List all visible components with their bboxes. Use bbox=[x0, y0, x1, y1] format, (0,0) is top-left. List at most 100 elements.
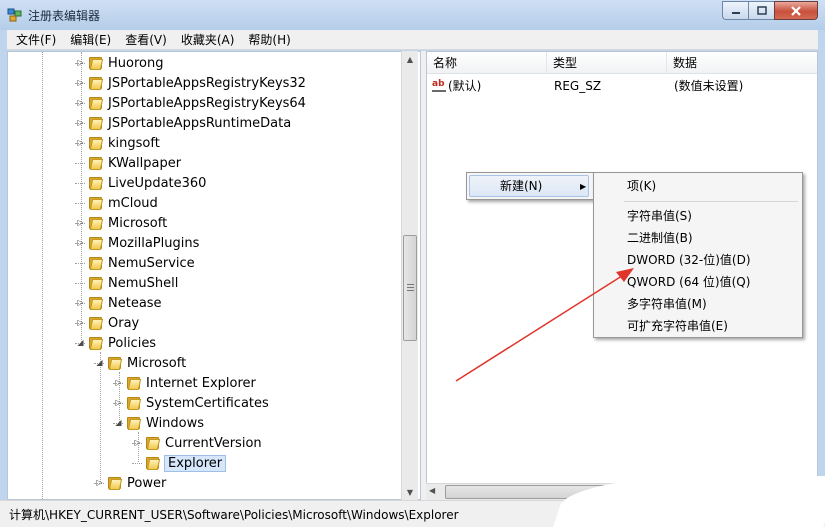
collapsed-arrow-icon[interactable]: ▷ bbox=[114, 398, 123, 407]
submenu-item[interactable]: 二进制值(B) bbox=[627, 227, 693, 249]
menu-view[interactable]: 查看(V) bbox=[118, 30, 174, 50]
folder-icon bbox=[88, 116, 104, 130]
tree-vertical-scrollbar[interactable]: ▲ ▼ bbox=[401, 51, 418, 500]
collapsed-arrow-icon[interactable]: ▷ bbox=[133, 438, 142, 447]
submenu-item[interactable]: 多字符串值(M) bbox=[627, 293, 707, 315]
tree-item[interactable]: Internet Explorer bbox=[126, 373, 256, 393]
tree-item[interactable]: CurrentVersion bbox=[145, 433, 262, 453]
tree-item-label: CurrentVersion bbox=[165, 435, 262, 451]
tree-item[interactable]: mCloud bbox=[88, 193, 158, 213]
tree-item-label: Netease bbox=[108, 295, 162, 311]
tree-item[interactable]: JSPortableAppsRegistryKeys32 bbox=[88, 73, 306, 93]
minimize-button[interactable] bbox=[722, 1, 748, 20]
submenu-item[interactable]: 字符串值(S) bbox=[627, 205, 692, 227]
menu-edit[interactable]: 编辑(E) bbox=[63, 30, 118, 50]
menu-separator bbox=[624, 201, 798, 202]
string-value-icon: ab bbox=[432, 79, 446, 92]
collapsed-arrow-icon[interactable]: ▷ bbox=[76, 138, 85, 147]
folder-icon bbox=[126, 396, 142, 410]
tree-item[interactable]: MozillaPlugins bbox=[88, 233, 199, 253]
column-type[interactable]: 类型 bbox=[547, 52, 667, 74]
tree-item[interactable]: Windows bbox=[126, 413, 204, 433]
tree-guide-line bbox=[75, 263, 85, 264]
collapsed-arrow-icon[interactable]: ▷ bbox=[76, 218, 85, 227]
folder-icon bbox=[126, 416, 142, 430]
folder-icon bbox=[88, 216, 104, 230]
tree-item[interactable]: JSPortableAppsRuntimeData bbox=[88, 113, 291, 133]
tree-item[interactable]: Policies bbox=[88, 333, 156, 353]
collapsed-arrow-icon[interactable]: ▷ bbox=[76, 118, 85, 127]
value-data: (数值未设置) bbox=[674, 79, 744, 93]
collapsed-arrow-icon[interactable]: ▷ bbox=[76, 78, 85, 87]
menu-item-new[interactable]: 新建(N) bbox=[500, 175, 542, 197]
tree-item[interactable]: Explorer bbox=[145, 453, 227, 473]
tree-guide-line bbox=[138, 432, 139, 462]
collapsed-arrow-icon[interactable]: ▷ bbox=[76, 238, 85, 247]
tree-item[interactable]: Huorong bbox=[88, 53, 163, 73]
registry-tree[interactable]: ▷ Huorong ▷ JSPortableAppsRegistryKeys32 ▷ JS… bbox=[7, 51, 421, 500]
new-submenu: 项(K) 字符串值(S) 二进制值(B) DWORD (32-位)值(D) QWORD … bbox=[593, 172, 803, 338]
menu-help[interactable]: 帮助(H) bbox=[241, 30, 297, 50]
tree-item-label: mCloud bbox=[108, 195, 158, 211]
value-type: REG_SZ bbox=[554, 79, 602, 93]
tree-item-label: JSPortableAppsRegistryKeys32 bbox=[108, 75, 306, 91]
value-name: (默认) bbox=[448, 79, 482, 93]
submenu-item[interactable]: DWORD (32-位)值(D) bbox=[627, 249, 751, 271]
tree-item[interactable]: kingsoft bbox=[88, 133, 160, 153]
close-button[interactable] bbox=[774, 1, 818, 20]
scroll-thumb[interactable] bbox=[403, 235, 417, 341]
collapsed-arrow-icon[interactable]: ▷ bbox=[76, 298, 85, 307]
column-name[interactable]: 名称 bbox=[427, 52, 547, 74]
tree-item[interactable]: Microsoft bbox=[88, 213, 167, 233]
tree-item-label: SystemCertificates bbox=[146, 395, 269, 411]
tree-guide-line bbox=[75, 283, 85, 284]
folder-icon bbox=[88, 236, 104, 250]
window-title: 注册表编辑器 bbox=[28, 9, 101, 23]
tree-item-label: Internet Explorer bbox=[146, 375, 256, 391]
submenu-item[interactable]: QWORD (64 位)值(Q) bbox=[627, 271, 750, 293]
regedit-icon bbox=[7, 8, 22, 22]
submenu-item[interactable]: 项(K) bbox=[627, 175, 656, 197]
tree-item[interactable]: Power bbox=[107, 473, 166, 493]
tree-item[interactable]: JSPortableAppsRegistryKeys64 bbox=[88, 93, 306, 113]
folder-icon bbox=[88, 156, 104, 170]
scroll-up-arrow-icon[interactable]: ▲ bbox=[402, 51, 418, 67]
window-controls bbox=[722, 1, 818, 20]
collapsed-arrow-icon[interactable]: ▷ bbox=[76, 58, 85, 67]
folder-icon bbox=[88, 56, 104, 70]
column-data[interactable]: 数据 bbox=[667, 52, 817, 74]
scroll-left-arrow-icon[interactable]: ◀ bbox=[429, 486, 435, 495]
tree-item[interactable]: Microsoft bbox=[107, 353, 186, 373]
menu-bar: 文件(F) 编辑(E) 查看(V) 收藏夹(A) 帮助(H) bbox=[7, 30, 818, 50]
tree-item[interactable]: KWallpaper bbox=[88, 153, 181, 173]
tree-item[interactable]: Netease bbox=[88, 293, 162, 313]
collapsed-arrow-icon[interactable]: ▷ bbox=[76, 318, 85, 327]
grip-icon bbox=[407, 284, 414, 291]
expanded-arrow-icon[interactable]: ◢ bbox=[95, 358, 104, 367]
folder-icon bbox=[88, 176, 104, 190]
tree-item-label: NemuService bbox=[108, 255, 195, 271]
title-bar: 注册表编辑器 bbox=[0, 0, 825, 30]
tree-item-label: Explorer bbox=[163, 454, 227, 472]
folder-icon bbox=[88, 296, 104, 310]
tree-item[interactable]: SystemCertificates bbox=[126, 393, 269, 413]
list-row[interactable]: ab (默认) REG_SZ (数值未设置) bbox=[427, 76, 817, 96]
collapsed-arrow-icon[interactable]: ▷ bbox=[76, 98, 85, 107]
maximize-button[interactable] bbox=[748, 1, 774, 20]
collapsed-arrow-icon[interactable]: ▷ bbox=[114, 378, 123, 387]
tree-item[interactable]: NemuService bbox=[88, 253, 195, 273]
submenu-arrow-icon: ▶ bbox=[580, 182, 587, 191]
scroll-down-arrow-icon[interactable]: ▼ bbox=[402, 484, 418, 500]
tree-item[interactable]: LiveUpdate360 bbox=[88, 173, 206, 193]
expanded-arrow-icon[interactable]: ◢ bbox=[114, 418, 123, 427]
tree-item-label: Power bbox=[127, 475, 167, 491]
expanded-arrow-icon[interactable]: ◢ bbox=[76, 338, 85, 347]
menu-file[interactable]: 文件(F) bbox=[9, 30, 63, 50]
collapsed-arrow-icon[interactable]: ▷ bbox=[95, 478, 104, 487]
submenu-item[interactable]: 可扩充字符串值(E) bbox=[627, 315, 728, 337]
tree-item[interactable]: Oray bbox=[88, 313, 139, 333]
folder-icon bbox=[107, 476, 123, 490]
tree-item-label: kingsoft bbox=[108, 135, 160, 151]
menu-favorites[interactable]: 收藏夹(A) bbox=[174, 30, 242, 50]
tree-item[interactable]: NemuShell bbox=[88, 273, 178, 293]
